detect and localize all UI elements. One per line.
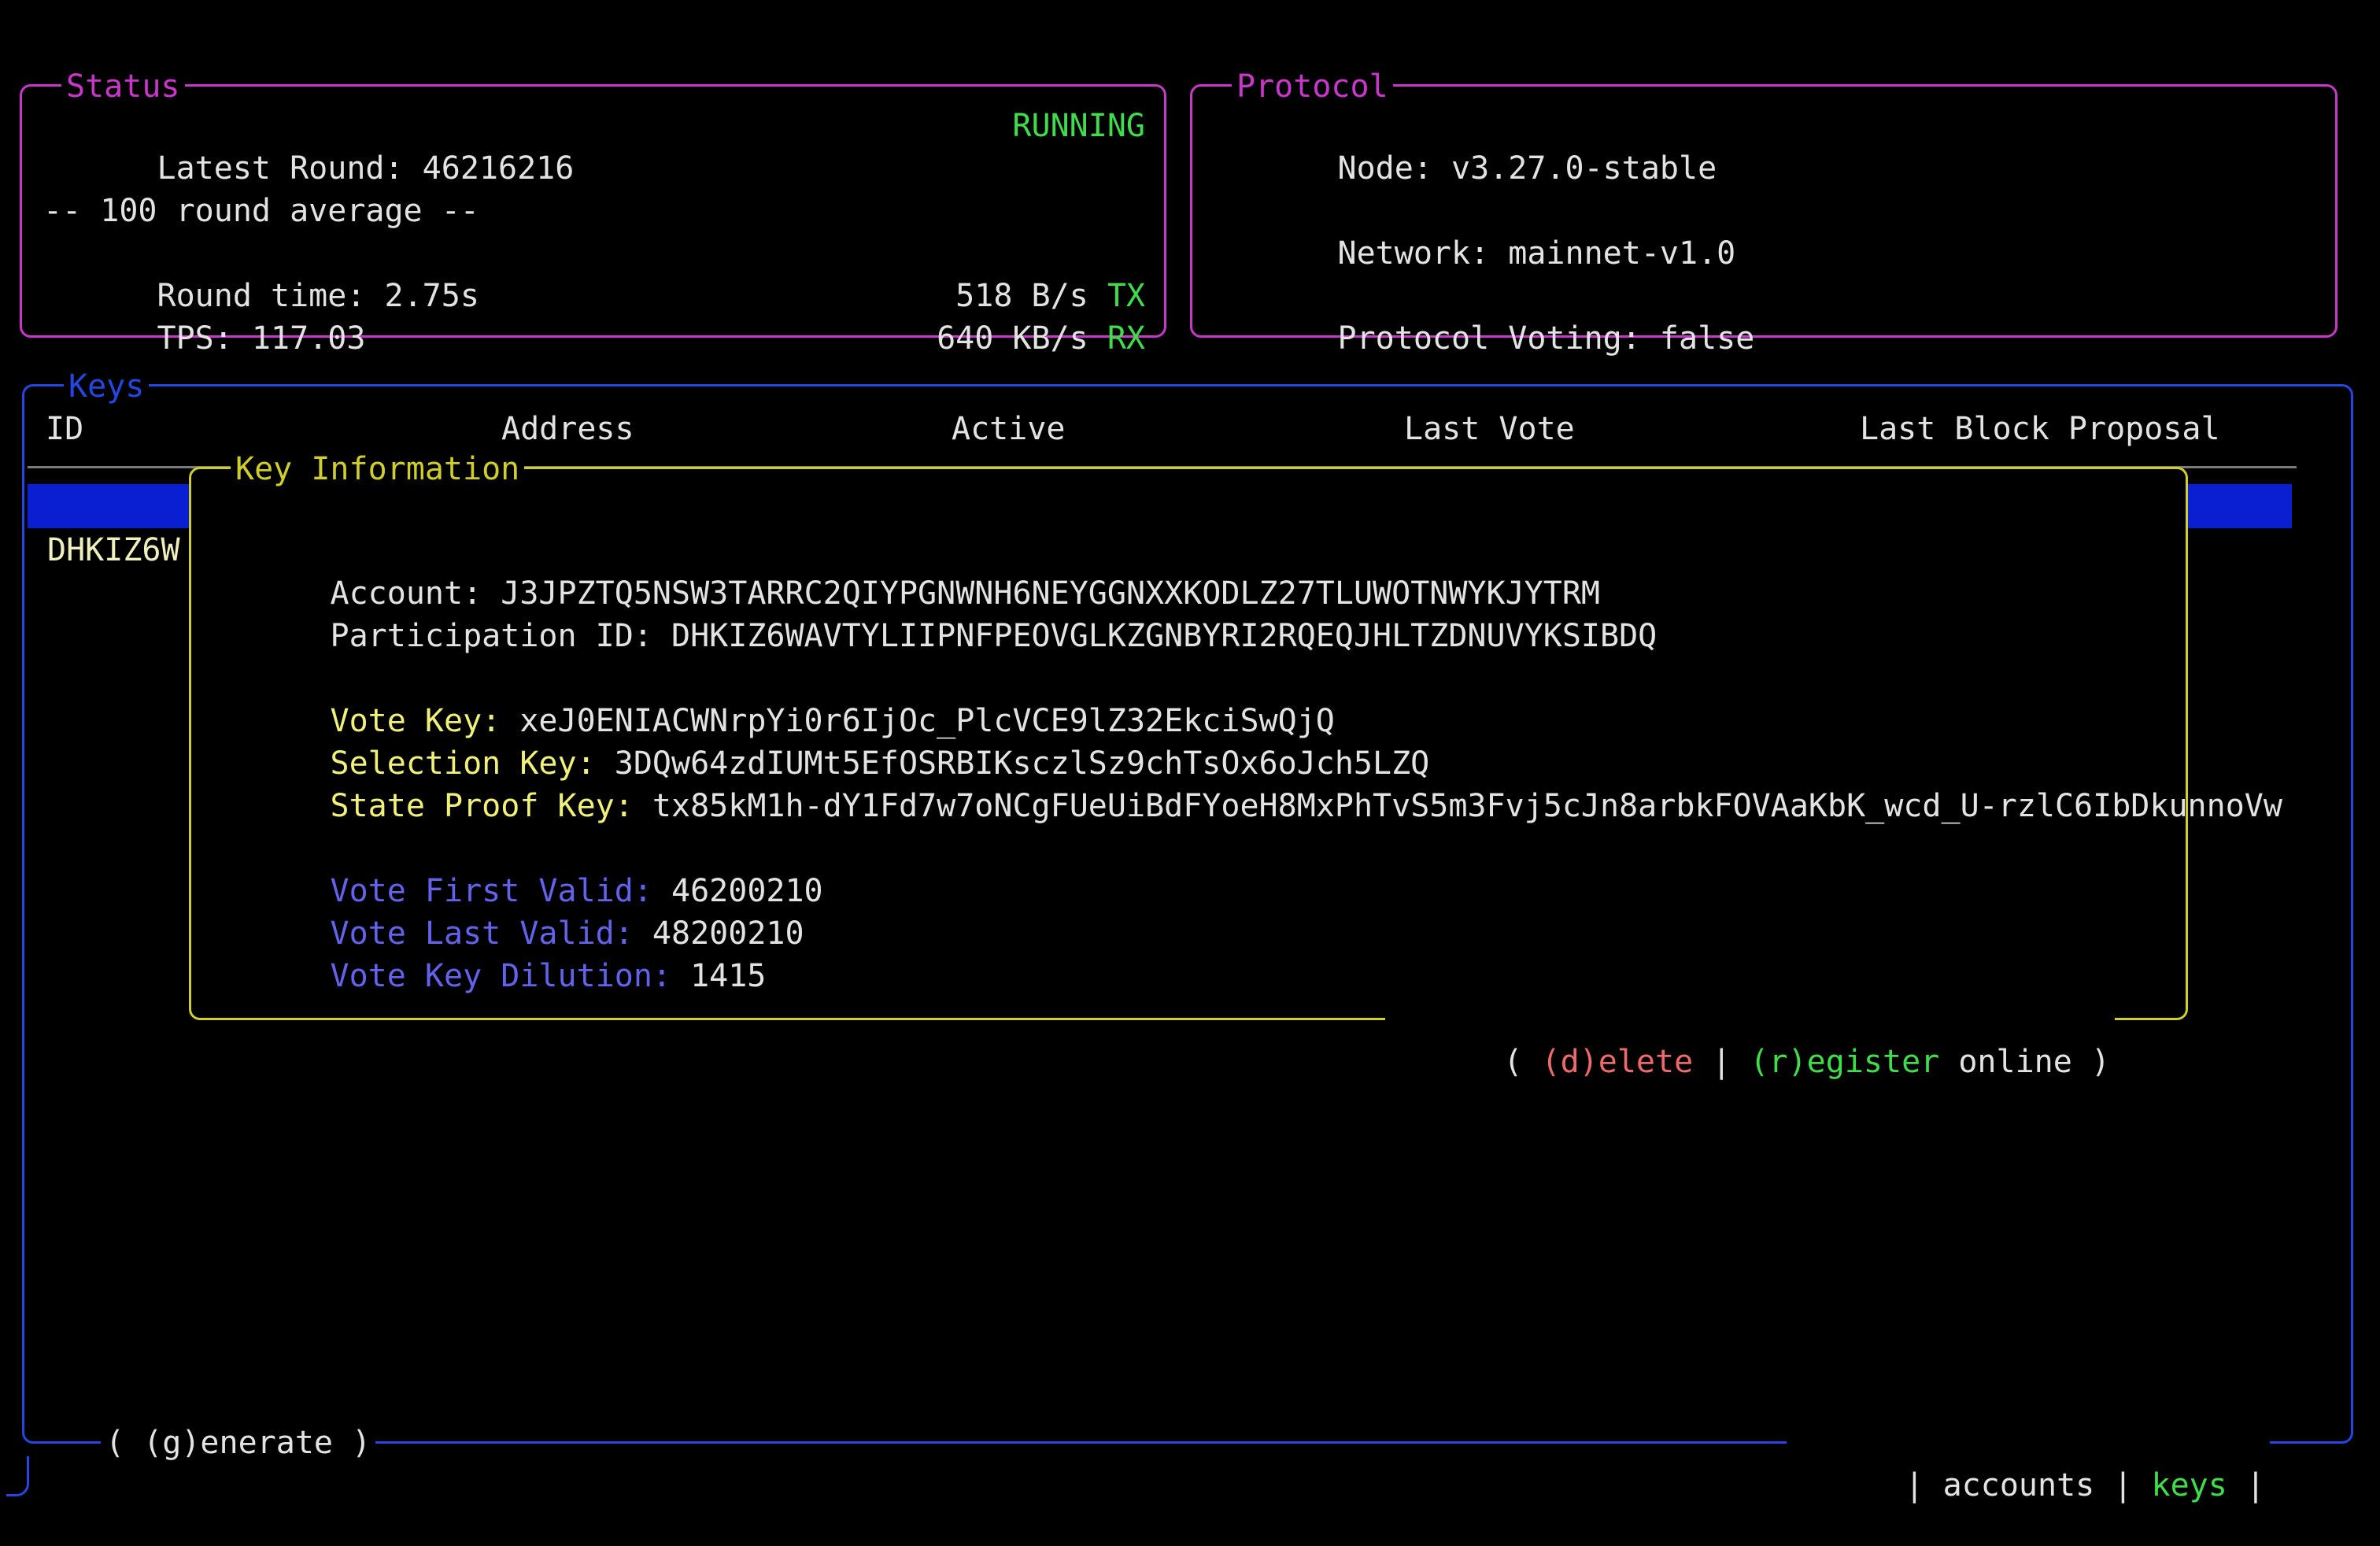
actions-separator: | <box>1693 1044 1750 1080</box>
round-time-line: Round time: 2.75s <box>43 232 479 275</box>
network-line: Network: mainnet-v1.0 <box>1224 190 1735 232</box>
column-header-last-vote: Last Vote <box>1404 408 1575 450</box>
vote-key-dilution-label: Vote Key Dilution: <box>331 958 691 994</box>
participation-id-line: Participation ID: DHKIZ6WAVTYLIIPNFPEOVG… <box>216 572 1657 615</box>
terminal-screen: Status Latest Round: 46216216 RUNNING --… <box>0 0 2380 1546</box>
account-line: Account: J3JPZTQ5NSW3TARRC2QIYPGNWNH6NEY… <box>216 530 1600 572</box>
key-information-title: Key Information <box>231 448 524 490</box>
status-panel: Status Latest Round: 46216216 RUNNING --… <box>20 84 1166 338</box>
vote-last-valid-line: Vote Last Valid: 48200210 <box>216 870 804 912</box>
column-header-active: Active <box>952 408 1066 450</box>
register-online-suffix: online <box>1939 1044 2072 1080</box>
column-header-id: ID <box>46 408 83 450</box>
rx-rate-line: 640 KB/s RX <box>823 275 1145 317</box>
node-version-value: v3.27.0-stable <box>1451 150 1717 187</box>
state-proof-key-line: State Proof Key: tx85kM1h-dY1Fd7w7oNCgFU… <box>216 742 2282 785</box>
key-row-id: DHKIZ6W <box>47 528 180 572</box>
status-panel-title: Status <box>61 65 185 108</box>
rx-rate-value: 640 KB/s <box>937 320 1107 357</box>
tx-rate-line: 518 B/s TX <box>842 232 1145 275</box>
round-time-value: 2.75s <box>384 278 479 314</box>
latest-round-line: Latest Round: 46216216 <box>43 105 574 147</box>
tps-line: TPS: 117.03 <box>43 275 365 317</box>
protocol-panel: Protocol Node: v3.27.0-stable Network: m… <box>1190 84 2338 338</box>
actions-open-paren: ( <box>1503 1044 1541 1080</box>
protocol-voting-value: false <box>1660 320 1754 357</box>
tab-accounts[interactable]: accounts <box>1943 1467 2095 1503</box>
tab-keys[interactable]: keys <box>2152 1467 2227 1503</box>
key-information-modal: Key Information Account: J3JPZTQ5NSW3TAR… <box>189 467 2188 1020</box>
latest-round-label: Latest Round: <box>157 150 423 187</box>
vote-first-valid-line: Vote First Valid: 46200210 <box>216 827 823 870</box>
node-version-label: Node: <box>1338 150 1452 187</box>
tabs-open-pipe: | <box>1905 1467 1942 1503</box>
delete-action[interactable]: (d)elete <box>1542 1044 1694 1080</box>
column-header-address: Address <box>501 408 634 450</box>
vote-key-line: Vote Key: xeJ0ENIACWNrpYi0r6IjOc_PlcVCE9… <box>216 657 1335 700</box>
state-proof-key-label: State Proof Key: <box>331 788 652 824</box>
protocol-voting-line: Protocol Voting: false <box>1224 275 1754 317</box>
tps-value: 117.03 <box>252 320 366 357</box>
rx-label: RX <box>1107 320 1145 357</box>
participation-id-value: DHKIZ6WAVTYLIIPNFPEOVGLKZGNBYRI2RQEQJHLT… <box>671 618 1657 654</box>
column-header-last-block-proposal: Last Block Proposal <box>1860 408 2220 450</box>
round-average-header: -- 100 round average -- <box>43 190 479 232</box>
tps-label: TPS: <box>157 320 252 357</box>
generate-button[interactable]: ( (g)enerate ) <box>101 1422 375 1464</box>
network-value: mainnet-v1.0 <box>1508 235 1735 272</box>
tabs-mid-pipe: | <box>2094 1467 2151 1503</box>
state-proof-key-value: tx85kM1h-dY1Fd7w7oNCgFUeUiBdFYoeH8MxPhTv… <box>652 788 2282 824</box>
key-actions: ( (d)elete | (r)egister online ) <box>1385 998 2115 1041</box>
register-action[interactable]: (r)egister <box>1750 1044 1939 1080</box>
participation-id-label: Participation ID: <box>331 618 671 654</box>
vote-key-dilution-value: 1415 <box>690 958 766 994</box>
vote-key-dilution-line: Vote Key Dilution: 1415 <box>216 912 766 955</box>
protocol-voting-label: Protocol Voting: <box>1338 320 1660 357</box>
selection-key-line: Selection Key: 3DQw64zdIUMt5EfOSRBIKsczl… <box>216 700 1429 742</box>
network-label: Network: <box>1338 235 1509 272</box>
protocol-panel-title: Protocol <box>1232 65 1393 108</box>
view-tabs: | accounts | keys | <box>1787 1422 2270 1464</box>
node-state-badge: RUNNING <box>1012 105 1145 147</box>
tabs-close-pipe: | <box>2227 1467 2265 1503</box>
stray-border-corner-glyph <box>6 1456 29 1496</box>
node-version-line: Node: v3.27.0-stable <box>1224 105 1717 147</box>
actions-close-paren: ) <box>2072 1044 2110 1080</box>
keys-panel-title: Keys <box>64 365 149 408</box>
latest-round-value: 46216216 <box>423 150 575 187</box>
